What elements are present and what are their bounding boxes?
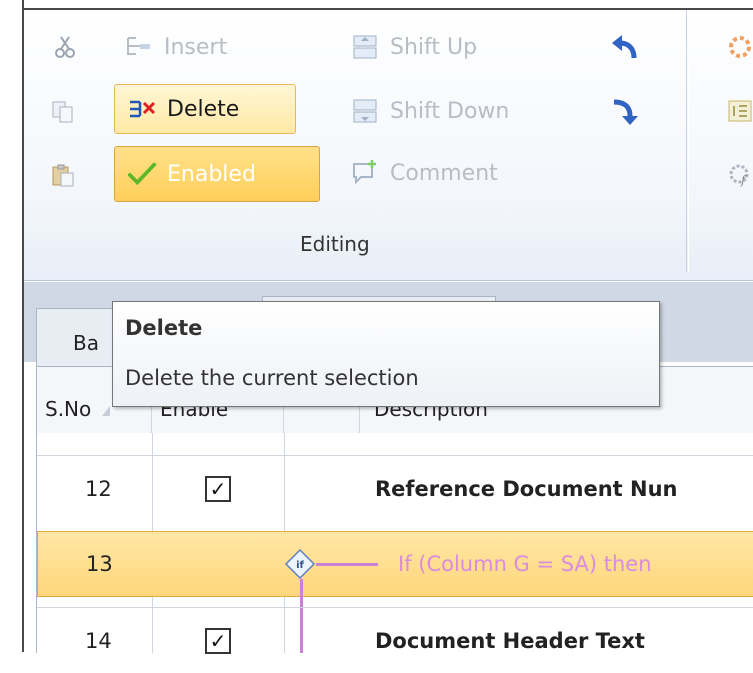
delete-label: Delete [167,96,240,122]
svg-text:if: if [296,560,304,571]
insert-label: Insert [164,34,228,60]
ribbon-group-separator-highlight [688,10,689,272]
enable-checkbox[interactable]: ✓ [205,475,231,502]
insert-row-icon [124,32,154,62]
sort-arrow-icon [101,406,110,416]
shift-down-button[interactable]: Shift Down [350,96,509,126]
data-grid: S.No Enable Description 12 ✓ Reference D… [36,366,753,654]
copy-icon[interactable] [50,98,76,124]
cut-icon[interactable] [52,34,78,60]
flow-connector [316,532,378,596]
enabled-label: Enabled [167,161,256,187]
numbering-icon[interactable] [727,98,753,124]
delete-tooltip: Delete Delete the current selection [112,301,660,407]
checkmark-icon [127,159,157,189]
shift-up-button[interactable]: Shift Up [350,32,477,62]
table-row[interactable]: 12 ✓ Reference Document Nun [37,455,753,521]
table-row-selected[interactable]: 13 if If (Column G = SA) then [37,531,753,597]
undo-icon[interactable] [608,34,640,64]
comment-label: Comment [390,160,498,186]
function-gear-icon[interactable]: f [727,162,753,188]
column-header-sno-label: S.No [45,397,92,421]
app-window: Insert Delete Enabled Shift Up Shift Dow… [0,0,753,654]
window-border-top [0,0,753,10]
tooltip-description: Delete the current selection [125,366,419,390]
shift-down-label: Shift Down [390,98,510,124]
shift-up-icon [350,32,380,62]
row-description: If (Column G = SA) then [398,552,652,576]
insert-button[interactable]: Insert [124,32,227,62]
format-icon[interactable] [727,34,753,60]
row-description: Document Header Text [375,628,645,653]
shift-down-icon [350,96,380,126]
row-sno: 12 [85,476,112,501]
table-row[interactable]: 14 ✓ Document Header Text [37,607,753,673]
comment-button[interactable]: Comment [350,158,498,188]
ribbon-group-separator [686,10,687,272]
comment-icon [350,158,380,188]
redo-icon[interactable] [608,96,640,126]
delete-row-icon [127,94,157,124]
enabled-toggle-button[interactable]: Enabled [114,146,320,202]
row-sno: 14 [85,628,112,653]
tooltip-title: Delete [125,316,203,340]
paste-icon[interactable] [50,162,76,188]
ribbon-group-label: Editing [300,232,370,256]
row-sno: 13 [86,552,113,576]
enable-checkbox[interactable]: ✓ [205,627,231,654]
tab-label: Ba [73,331,99,355]
shift-up-label: Shift Up [390,34,478,60]
row-description: Reference Document Nun [375,476,678,501]
delete-button[interactable]: Delete [114,84,296,134]
window-border-left [0,0,24,652]
